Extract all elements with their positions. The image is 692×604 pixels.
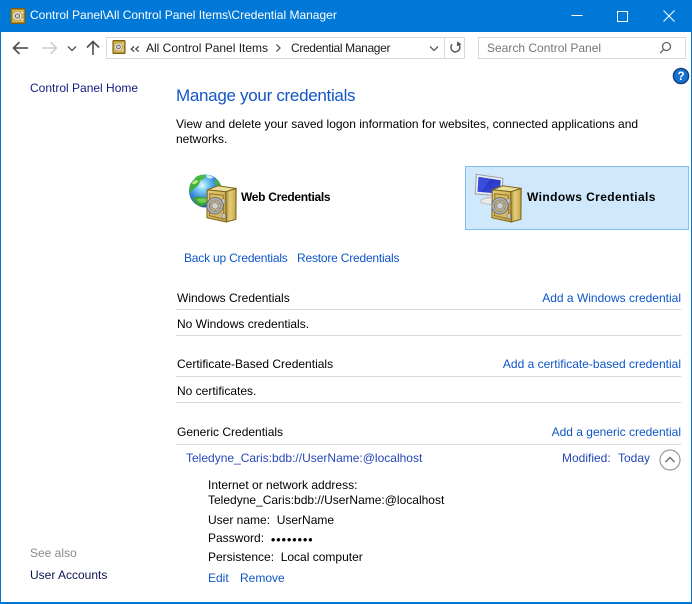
svg-text:?: ? <box>677 71 684 83</box>
